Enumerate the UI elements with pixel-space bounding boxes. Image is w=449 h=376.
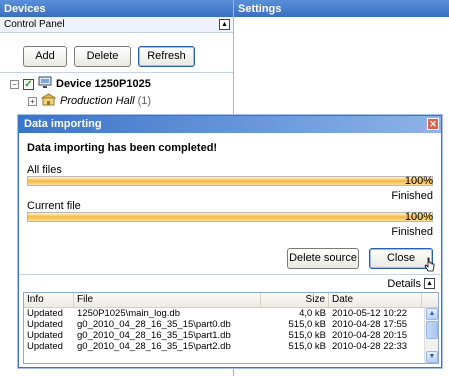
settings-panel-title: Settings: [234, 0, 449, 17]
tree-item-device[interactable]: − ✓ Device 1250P1025: [10, 76, 151, 92]
cell-info: Updated: [27, 341, 63, 352]
control-panel-label: Control Panel: [4, 19, 65, 30]
devices-panel-title: Devices: [0, 0, 233, 17]
cell-info: Updated: [27, 319, 63, 330]
status-message: Data importing has been completed!: [27, 142, 218, 154]
expand-icon[interactable]: +: [28, 96, 37, 106]
column-header-file[interactable]: File: [74, 293, 261, 307]
device-label: Device 1250P1025: [56, 78, 151, 90]
current-file-label: Current file: [27, 200, 81, 212]
details-label: Details: [387, 278, 421, 290]
details-toggle-icon[interactable]: ▲: [424, 278, 435, 289]
cell-date: 2010-04-28 20:15: [332, 330, 408, 341]
cell-file: g0_2010_04_28_16_35_15\part0.db: [77, 319, 231, 330]
cell-size: 515,0 kB: [288, 330, 327, 341]
dialog-titlebar[interactable]: Data importing ✕: [19, 116, 441, 133]
cell-info: Updated: [27, 330, 63, 341]
data-importing-dialog: Data importing ✕ Data importing has been…: [18, 115, 442, 368]
cell-file: 1250P1025\main_log.db: [77, 308, 181, 319]
current-file-progress-bar: [27, 212, 433, 222]
cell-size: 4,0 kB: [299, 308, 326, 319]
all-files-progress-bar: [27, 176, 433, 186]
all-files-label: All files: [27, 164, 62, 176]
cell-size: 515,0 kB: [288, 319, 327, 330]
log-scrollbar[interactable]: ▲ ▼: [424, 308, 438, 363]
delete-source-button[interactable]: Delete source: [287, 248, 359, 269]
table-header: Info File Size Date: [24, 293, 438, 308]
tree-item-production-hall[interactable]: + Production Hall (1): [28, 93, 151, 109]
cell-date: 2010-04-28 22:33: [332, 341, 408, 352]
scrollbar-thumb[interactable]: [426, 321, 438, 339]
collapse-icon[interactable]: −: [10, 79, 19, 89]
cell-file: g0_2010_04_28_16_35_15\part2.db: [77, 341, 231, 352]
monitor-icon: [38, 76, 52, 92]
import-log-table: Info File Size Date Updated 1250P1025\ma…: [23, 292, 439, 364]
current-file-status: Finished: [391, 226, 433, 238]
delete-button[interactable]: Delete: [74, 46, 131, 67]
close-icon[interactable]: ✕: [427, 118, 439, 130]
all-files-percent: 100%: [404, 175, 433, 187]
cell-date: 2010-05-12 10:22: [332, 308, 408, 319]
current-file-progress-fill: [28, 213, 432, 221]
building-icon: [40, 93, 57, 109]
cell-info: Updated: [27, 308, 63, 319]
table-row[interactable]: Updated g0_2010_04_28_16_35_15\part2.db …: [24, 341, 438, 352]
details-divider: [19, 274, 441, 275]
toolbar-divider: [0, 72, 233, 73]
add-button[interactable]: Add: [23, 46, 67, 67]
production-hall-label: Production Hall: [60, 95, 135, 107]
production-hall-count: (1): [137, 95, 152, 107]
refresh-button[interactable]: Refresh: [138, 46, 195, 67]
table-row[interactable]: Updated g0_2010_04_28_16_35_15\part1.db …: [24, 330, 438, 341]
column-header-date[interactable]: Date: [329, 293, 422, 307]
cell-file: g0_2010_04_28_16_35_15\part1.db: [77, 330, 231, 341]
all-files-progress-fill: [28, 177, 432, 185]
cell-date: 2010-04-28 17:55: [332, 319, 408, 330]
column-header-info[interactable]: Info: [24, 293, 74, 307]
scroll-down-icon[interactable]: ▼: [426, 351, 438, 363]
current-file-percent: 100%: [404, 211, 433, 223]
control-panel-bar: Control Panel ▲: [0, 17, 233, 33]
column-header-size[interactable]: Size: [261, 293, 329, 307]
scroll-up-icon[interactable]: ▲: [426, 308, 438, 320]
all-files-status: Finished: [391, 190, 433, 202]
collapse-control-panel-icon[interactable]: ▲: [219, 19, 230, 30]
cell-size: 515,0 kB: [288, 341, 327, 352]
table-row[interactable]: Updated 1250P1025\main_log.db 4,0 kB 201…: [24, 308, 438, 319]
dialog-title: Data importing: [24, 118, 102, 130]
table-row[interactable]: Updated g0_2010_04_28_16_35_15\part0.db …: [24, 319, 438, 330]
device-checkbox[interactable]: ✓: [23, 78, 34, 90]
